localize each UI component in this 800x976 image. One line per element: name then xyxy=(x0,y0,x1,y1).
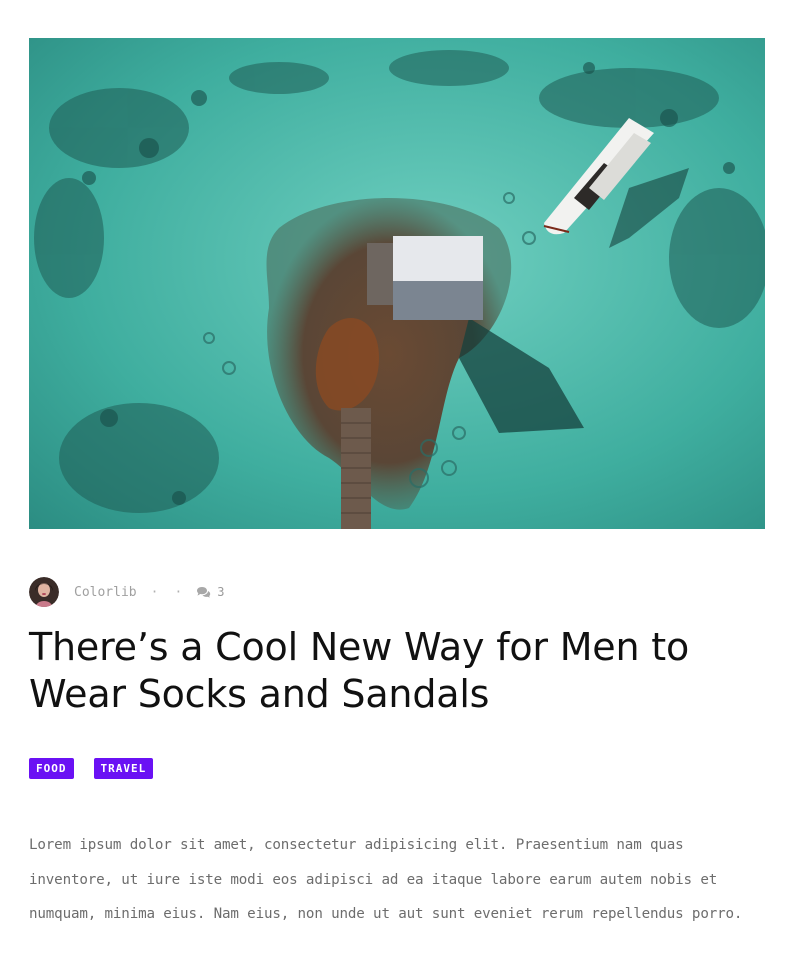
blog-post: Colorlib · · 3 There’s a Cool New Way fo… xyxy=(0,0,800,976)
comment-count: 3 xyxy=(217,585,225,599)
post-excerpt: Lorem ipsum dolor sit amet, consectetur … xyxy=(29,837,743,922)
tag-travel[interactable]: TRAVEL xyxy=(93,758,154,779)
author-link[interactable]: Colorlib xyxy=(74,585,137,600)
tag-food[interactable]: FOOD xyxy=(29,758,74,779)
post-meta: Colorlib · · 3 xyxy=(29,577,225,607)
meta-separator: · xyxy=(150,584,159,600)
post-title[interactable]: There’s a Cool New Way for Men to Wear S… xyxy=(29,624,769,718)
hero-image[interactable] xyxy=(29,38,765,529)
comments-link[interactable]: 3 xyxy=(196,585,225,599)
post-tags: FOOD TRAVEL xyxy=(29,758,154,779)
author-avatar[interactable] xyxy=(29,577,59,607)
comment-icon xyxy=(197,587,211,598)
meta-separator: · xyxy=(174,584,183,600)
